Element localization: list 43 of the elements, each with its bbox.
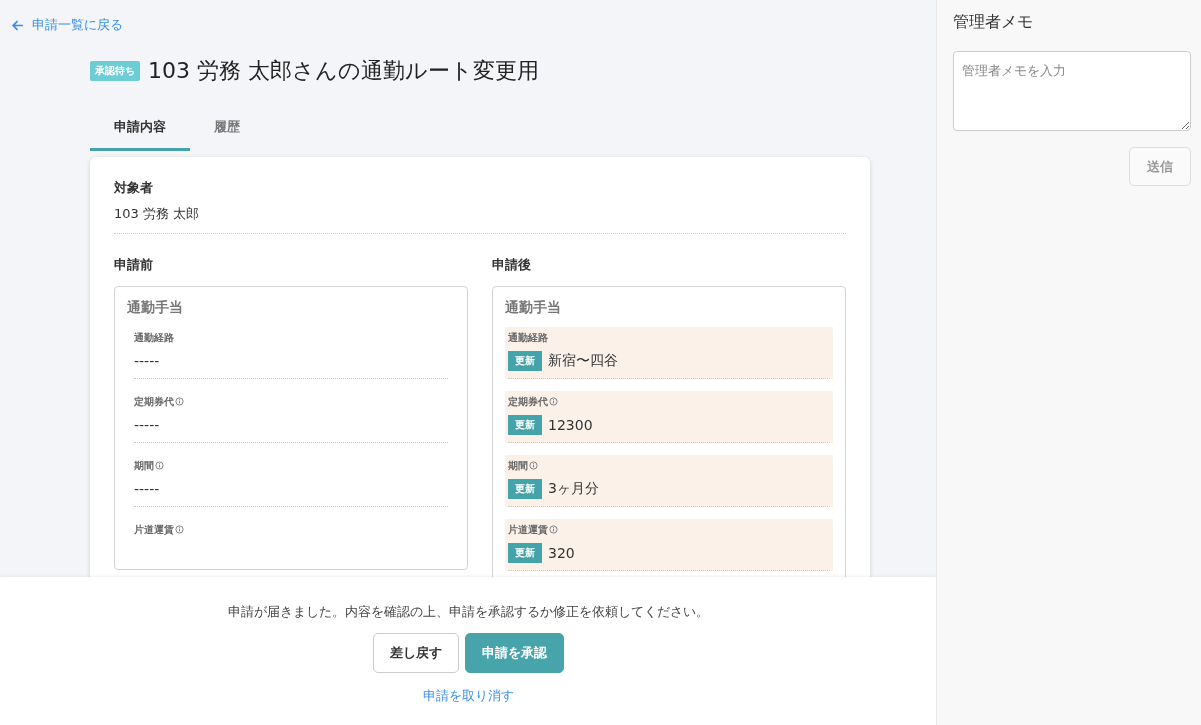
updated-badge: 更新 [508, 414, 542, 435]
return-button[interactable]: 差し戻す [372, 633, 459, 673]
column-heading: 申請前 [114, 255, 154, 274]
info-icon[interactable] [155, 461, 164, 470]
section-title: 通勤手当 [505, 298, 562, 317]
updated-badge: 更新 [508, 478, 542, 499]
field-label: 期間 [508, 458, 528, 473]
column-heading: 申請後 [492, 255, 532, 274]
field-label: 通勤経路 [508, 330, 548, 345]
field-label: 片道運賃 [134, 522, 174, 537]
field-label: 定期券代 [508, 394, 548, 409]
updated-badge: 更新 [508, 542, 542, 563]
field-value: 新宿〜四谷 [548, 351, 618, 370]
field-value: ----- [134, 352, 160, 369]
memo-field[interactable]: 管理者メモを入力 [953, 51, 1191, 131]
notice-text: 申請が届きました。内容を確認の上、申請を承認するか修正を依頼してください。 [227, 603, 709, 621]
info-icon[interactable] [549, 525, 558, 534]
status-badge: 承認待ち [90, 60, 140, 81]
info-icon[interactable] [549, 397, 558, 406]
field-value: 3ヶ月分 [548, 479, 599, 498]
field-value: 12300 [548, 416, 593, 433]
field-value: 103 労務 太郎 [114, 204, 201, 223]
field-label: 期間 [134, 458, 154, 473]
info-icon[interactable] [175, 525, 184, 534]
sidebar-title: 管理者メモ [953, 12, 1034, 33]
field-label: 定期券代 [134, 394, 174, 409]
back-link[interactable]: 申請一覧に戻る [11, 16, 123, 34]
field-label: 通勤経路 [134, 330, 174, 345]
tab[interactable]: 申請内容 [90, 117, 190, 151]
info-icon[interactable] [529, 461, 538, 470]
info-icon[interactable] [175, 397, 184, 406]
field-label: 片道運賃 [508, 522, 548, 537]
field-value: ----- [134, 480, 160, 497]
page-title: 103 労務 太郎さんの通勤ルート変更用 [148, 56, 539, 85]
section-title: 通勤手当 [127, 298, 184, 317]
field-value: 320 [548, 544, 575, 561]
field-value: ----- [134, 416, 160, 433]
back-arrow-icon [11, 18, 24, 32]
approve-button[interactable]: 申請を承認 [464, 633, 564, 673]
cancel-link[interactable]: 申請を取り消す [422, 687, 514, 705]
tab[interactable]: 履歴 [190, 117, 264, 151]
field-label: 対象者 [114, 178, 154, 197]
updated-badge: 更新 [508, 350, 542, 371]
